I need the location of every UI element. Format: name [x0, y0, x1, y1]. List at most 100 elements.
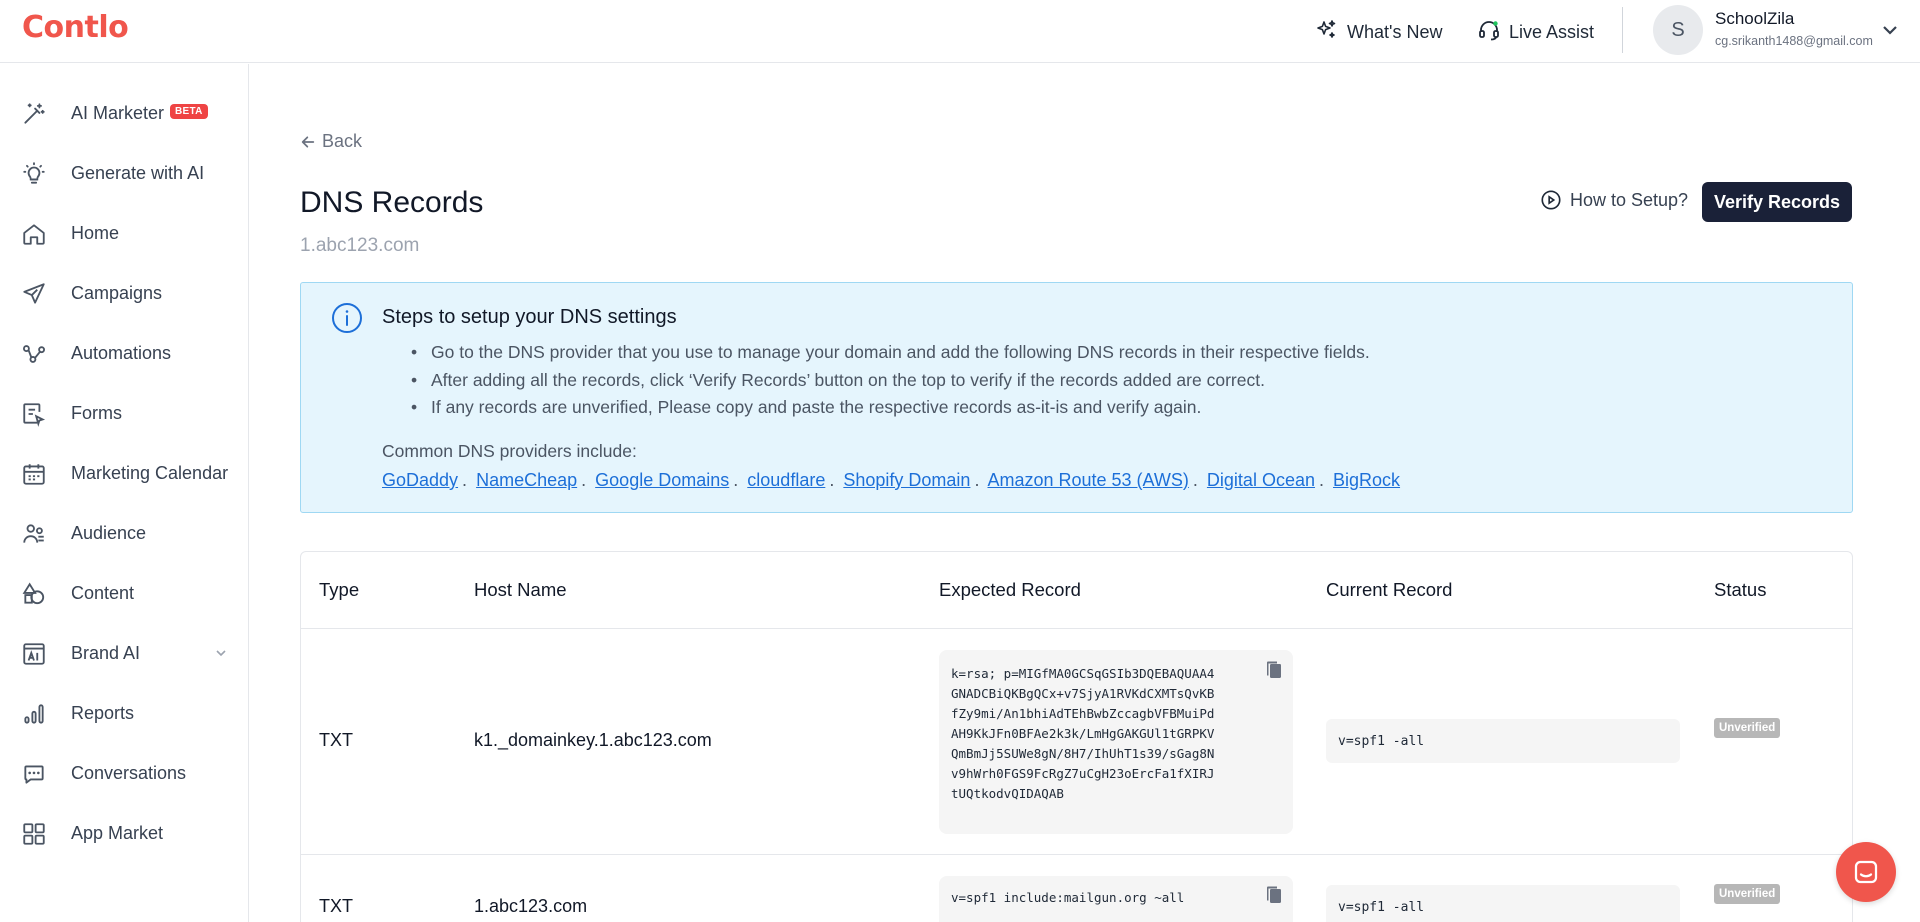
row-divider [301, 854, 1852, 855]
sidebar-item-label: Forms [71, 402, 122, 423]
sidebar-item-label: Content [71, 582, 135, 603]
sidebar-item-label: Home [71, 222, 120, 243]
how-to-setup-link[interactable]: How to Setup? [1540, 189, 1688, 211]
row-1-current-record[interactable]: v=spf1 -all [1326, 719, 1680, 763]
grid-icon [21, 821, 47, 847]
back-label: Back [322, 131, 363, 151]
sidebar-item-automations[interactable]: Automations [0, 329, 248, 377]
user-name[interactable]: SchoolZila [1715, 9, 1794, 29]
sidebar-item-conversations[interactable]: Conversations [0, 749, 248, 797]
info-step: If any records are unverified, Please co… [402, 394, 1370, 422]
row-1-host-name[interactable]: k1._domainkey.1.abc123.com [474, 730, 712, 751]
play-circle-icon [1541, 190, 1561, 210]
sidebar-item-label: Conversations [71, 762, 187, 783]
dns-info-box: Steps to setup your DNS settings Go to t… [300, 282, 1853, 513]
sidebar-item-audience[interactable]: Audience [0, 509, 248, 557]
column-header-host-name: Host Name [474, 579, 567, 600]
sidebar-item-label: Audience [71, 522, 147, 543]
row-1-type: TXT [319, 730, 353, 750]
chevron-down-icon[interactable] [213, 645, 229, 661]
topbar-divider [1622, 7, 1623, 53]
flow-icon [21, 341, 47, 367]
status-badge: Unverified [1714, 884, 1781, 904]
row-2-type: TXT [319, 896, 353, 916]
live-assist-label: Live Assist [1509, 22, 1595, 42]
chat-icon [21, 761, 47, 787]
sidebar-item-marketing-calendar[interactable]: Marketing Calendar [0, 449, 248, 497]
sidebar-item-label: Automations [71, 342, 172, 363]
top-bar: Contlo What's New Live Assist S SchoolZi… [0, 0, 1920, 63]
sidebar-item-home[interactable]: Home [0, 209, 248, 257]
sparkles-icon [1315, 18, 1339, 47]
row-2-expected-record[interactable]: v=spf1 include:mailgun.org ~all [939, 876, 1293, 922]
sidebar-item-label: Reports [71, 702, 135, 723]
provider-link-amazon-route-53[interactable]: Amazon Route 53 (AWS) [987, 470, 1188, 490]
sidebar-item-campaigns[interactable]: Campaigns [0, 269, 248, 317]
sidebar-item-generate-with-ai[interactable]: Generate with AI [0, 149, 248, 197]
avatar[interactable]: S [1653, 5, 1703, 55]
user-email: cg.srikanth1488@gmail.com [1715, 34, 1873, 48]
contlo-logo[interactable]: Contlo [22, 10, 129, 45]
provider-link-godaddy[interactable]: GoDaddy [382, 470, 458, 490]
domain-name: 1.abc123.com [300, 235, 420, 256]
lightbulb-icon [21, 161, 47, 187]
provider-link-digital-ocean[interactable]: Digital Ocean [1207, 470, 1315, 490]
chat-launcher-button[interactable] [1836, 842, 1896, 902]
home-icon [21, 221, 47, 247]
shapes-icon [21, 581, 47, 607]
arrow-left-icon [301, 135, 315, 148]
provider-link-bigrock[interactable]: BigRock [1333, 470, 1400, 490]
calendar-icon [21, 461, 47, 487]
beta-badge: BETA [170, 104, 208, 119]
row-1-expected-record[interactable]: k=rsa; p=MIGfMA0GCSqGSIb3DQEBAQUAA4GNADC… [939, 650, 1293, 834]
paper-plane-icon [21, 281, 47, 307]
dns-records-table: Type Host Name Expected Record Current R… [300, 551, 1853, 922]
status-badge: Unverified [1714, 718, 1781, 738]
sidebar-item-content[interactable]: Content [0, 569, 248, 617]
sidebar-item-label: Brand AI [71, 642, 141, 663]
form-icon [21, 401, 47, 427]
whats-new-label: What's New [1347, 22, 1443, 42]
whats-new-button[interactable]: What's New [1315, 18, 1442, 47]
column-header-type: Type [319, 579, 360, 600]
sidebar-item-ai-marketer[interactable]: AI Marketer BETA [0, 89, 248, 137]
info-step: Go to the DNS provider that you use to m… [402, 339, 1370, 367]
sidebar-item-label: Generate with AI [71, 162, 205, 183]
copy-icon[interactable] [1265, 660, 1283, 680]
header-divider [301, 628, 1852, 629]
bar-chart-icon [21, 701, 47, 727]
row-2-current-record[interactable]: v=spf1 -all [1326, 885, 1680, 922]
expected-record-value: k=rsa; p=MIGfMA0GCSqGSIb3DQEBAQUAA4GNADC… [951, 666, 1215, 801]
provider-link-google-domains[interactable]: Google Domains [595, 470, 729, 490]
sidebar-item-label: Marketing Calendar [71, 462, 229, 483]
info-title: Steps to setup your DNS settings [382, 306, 677, 328]
live-assist-button[interactable]: Live Assist [1477, 18, 1594, 47]
sidebar-item-forms[interactable]: Forms [0, 389, 248, 437]
providers-label: Common DNS providers include: [382, 441, 637, 461]
sidebar-item-label: AI Marketer [71, 102, 165, 123]
chevron-down-icon[interactable] [1878, 18, 1902, 42]
headset-icon [1477, 18, 1501, 47]
providers-list: GoDaddy. NameCheap. Google Domains. clou… [382, 470, 1401, 490]
sidebar-item-brand-ai[interactable]: Brand AI [0, 629, 248, 677]
verify-records-button[interactable]: Verify Records [1702, 182, 1852, 222]
column-header-current-record: Current Record [1326, 579, 1453, 600]
provider-link-shopify-domain[interactable]: Shopify Domain [843, 470, 970, 490]
copy-icon[interactable] [1265, 885, 1283, 905]
row-2-host-name[interactable]: 1.abc123.com [474, 896, 587, 917]
chat-bubble-icon [1854, 860, 1878, 884]
info-icon [332, 303, 362, 333]
sidebar: AI Marketer BETA Generate with AI Home C… [0, 64, 249, 922]
magic-wand-icon [21, 101, 47, 127]
back-link[interactable]: Back [300, 131, 362, 152]
provider-link-namecheap[interactable]: NameCheap [476, 470, 577, 490]
sidebar-item-reports[interactable]: Reports [0, 689, 248, 737]
ai-box-icon [21, 641, 47, 667]
people-icon [21, 521, 47, 547]
expected-record-value: v=spf1 include:mailgun.org ~all [951, 890, 1185, 905]
sidebar-item-app-market[interactable]: App Market [0, 809, 248, 857]
provider-link-cloudflare[interactable]: cloudflare [747, 470, 825, 490]
sidebar-item-label: Campaigns [71, 282, 163, 303]
column-header-status: Status [1714, 579, 1767, 600]
how-to-setup-label: How to Setup? [1570, 189, 1689, 210]
